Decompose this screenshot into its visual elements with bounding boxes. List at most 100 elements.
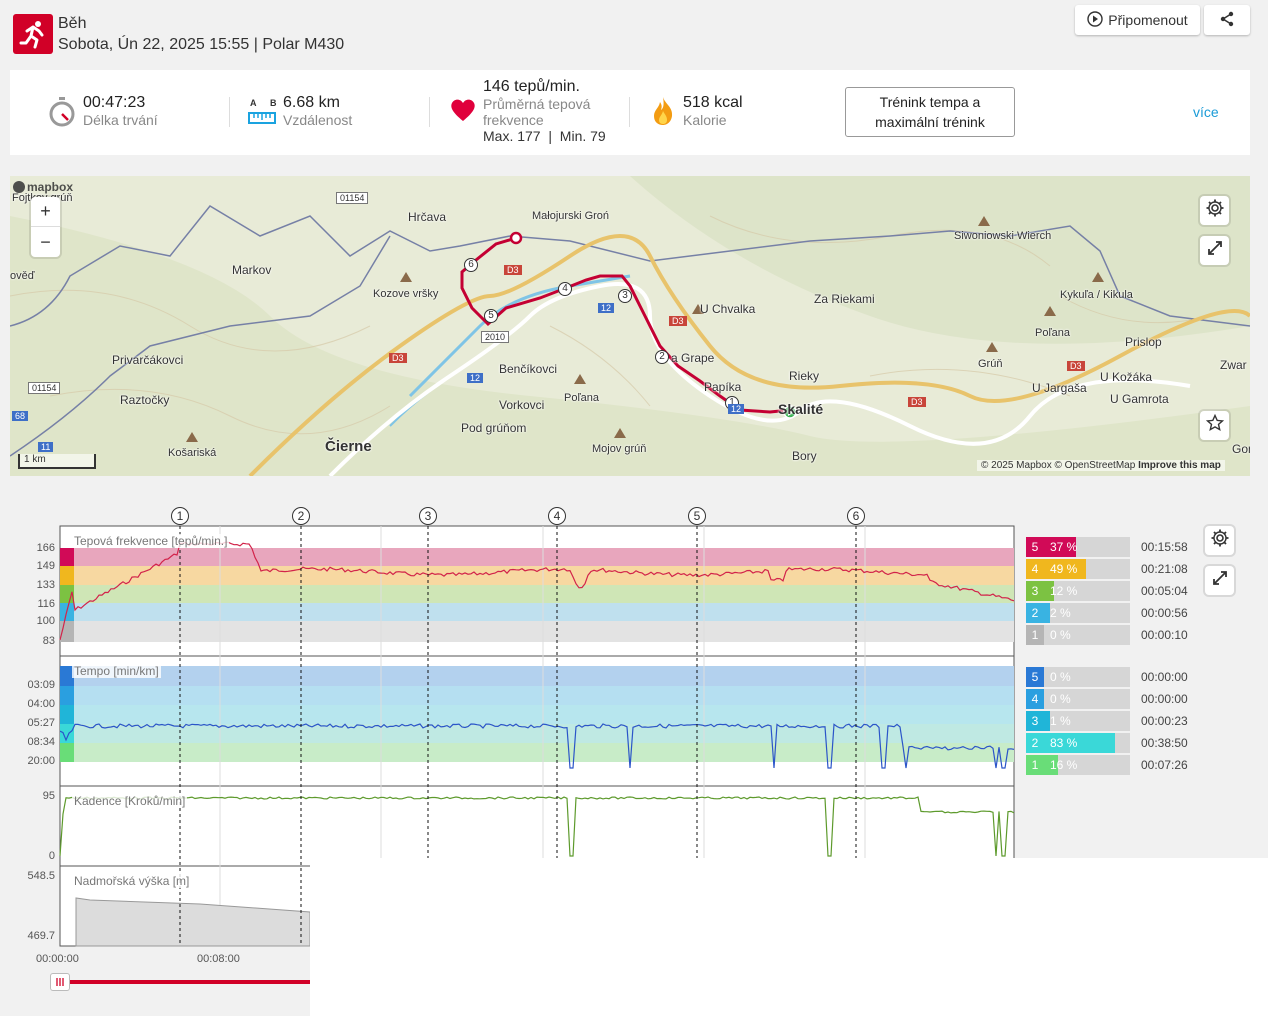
route-map[interactable]: 1 2 3 4 5 6 01154 D3 D3 12 2010 12 D3 D3… xyxy=(10,176,1250,476)
pace-zone-band xyxy=(60,743,1014,762)
samples-chart: 123456 Tepová frekvence [tepů/min.] Temp… xyxy=(0,500,1268,1016)
lap-marker[interactable]: 5 xyxy=(688,507,706,525)
place-label: Grúň xyxy=(978,358,1003,370)
pace-zone-percent: 0 % xyxy=(1050,670,1071,684)
hr-zone-percent: 0 % xyxy=(1050,628,1071,642)
calories-label: Kalorie xyxy=(683,112,727,128)
pace-tick: 05:27 xyxy=(27,717,55,729)
pace-zone-row: 4 0 % 00:00:00 xyxy=(1026,689,1226,709)
device-name: Polar M430 xyxy=(262,36,345,53)
attribution-text[interactable]: © 2025 Mapbox © OpenStreetMap xyxy=(981,460,1135,471)
hr-zone-percent: 37 % xyxy=(1050,540,1078,554)
map-settings-button[interactable] xyxy=(1200,196,1229,225)
hr-zone-marker xyxy=(60,566,74,585)
pace-zone-row: 3 1 % 00:00:23 xyxy=(1026,711,1226,731)
map-lap-marker[interactable]: 3 xyxy=(618,289,632,303)
hr-tick: 83 xyxy=(42,635,55,647)
pace-zone-number: 5 xyxy=(1026,667,1044,687)
hr-zone-percent: 12 % xyxy=(1050,584,1078,598)
road-shield: D3 xyxy=(1067,361,1085,371)
share-button[interactable] xyxy=(1204,5,1250,35)
pace-zone-time: 00:38:50 xyxy=(1141,736,1188,750)
mapbox-logo[interactable]: mapbox xyxy=(13,180,73,194)
heart-rate-label-1: Průměrná tepová xyxy=(483,96,591,112)
pace-zone-percent: 0 % xyxy=(1050,692,1071,706)
map-lap-marker[interactable]: 5 xyxy=(484,309,498,323)
pace-zone-marker xyxy=(60,686,74,705)
pace-tick: 20:00 xyxy=(27,755,55,767)
remind-button[interactable]: Připomenout xyxy=(1075,5,1200,35)
hr-zone-time: 00:15:58 xyxy=(1141,540,1188,554)
hr-tick: 100 xyxy=(36,615,55,627)
calories-value: 518 kcal xyxy=(683,94,743,111)
pace-zone-number: 4 xyxy=(1026,689,1044,709)
map-lap-marker[interactable]: 4 xyxy=(558,282,572,296)
time-tick: 00:08:00 xyxy=(197,953,240,965)
lap-marker[interactable]: 4 xyxy=(548,507,566,525)
place-label: U Chvalka xyxy=(700,302,756,316)
hr-zone-number: 2 xyxy=(1026,603,1044,623)
mapbox-icon xyxy=(13,181,25,193)
pace-zone-bar: 1 % xyxy=(1044,711,1130,731)
map-lap-marker[interactable]: 2 xyxy=(655,350,669,364)
pace-zone-marker xyxy=(60,724,74,743)
map-fullscreen-button[interactable] xyxy=(1200,236,1229,265)
pace-zone-bar: 83 % xyxy=(1044,733,1130,753)
subtitle-separator: | xyxy=(253,36,258,53)
mapbox-logo-text: mapbox xyxy=(27,180,74,194)
pace-tick: 08:34 xyxy=(27,736,55,748)
cadence-tick: 95 xyxy=(42,790,55,802)
training-benefit-button[interactable]: Trénink tempa a maximální trénink xyxy=(845,87,1015,137)
gear-icon xyxy=(1210,528,1230,553)
place-label: Za Riekami xyxy=(814,292,875,306)
zoom-in-button[interactable]: + xyxy=(31,197,60,227)
pace-zone-time: 00:00:00 xyxy=(1141,670,1188,684)
hr-zone-bar: 2 % xyxy=(1044,603,1130,623)
pace-zone-band xyxy=(60,666,1014,686)
lap-marker[interactable]: 2 xyxy=(292,507,310,525)
chart-settings-button[interactable] xyxy=(1205,526,1234,555)
place-label: Čierne xyxy=(325,438,372,455)
place-label: Poľana xyxy=(564,392,600,404)
hr-zone-band xyxy=(60,566,1014,585)
lap-marker[interactable]: 1 xyxy=(171,507,189,525)
hr-zone-bar: 0 % xyxy=(1044,625,1130,645)
map-lap-marker[interactable]: 6 xyxy=(464,258,478,272)
place-label: Kykuľa / Kikula xyxy=(1060,289,1133,301)
road-shield: 01154 xyxy=(28,382,61,394)
expand-icon xyxy=(1212,570,1228,591)
hr-zone-bar: 49 % xyxy=(1044,559,1130,579)
heart-rate-value: 146 tepů/min. xyxy=(483,78,580,95)
road-shield: D3 xyxy=(504,265,522,275)
map-favorite-button[interactable] xyxy=(1200,411,1229,440)
hr-zone-time: 00:05:04 xyxy=(1141,584,1188,598)
chart-expand-button[interactable] xyxy=(1205,566,1234,595)
time-range-track[interactable] xyxy=(60,980,310,984)
place-label: Papíka xyxy=(704,380,742,394)
zoom-out-button[interactable]: − xyxy=(31,227,60,257)
session-subtitle: Sobota, Ún 22, 2025 15:55 | Polar M430 xyxy=(58,36,344,54)
lap-marker[interactable]: 6 xyxy=(847,507,865,525)
improve-map-link[interactable]: Improve this map xyxy=(1138,460,1221,471)
session-date: Sobota, Ún 22, 2025 15:55 xyxy=(58,36,250,53)
pace-zone-number: 2 xyxy=(1026,733,1044,753)
pace-zone-percent: 1 % xyxy=(1050,714,1071,728)
road-shield: 12 xyxy=(467,373,484,383)
place-label: Małojurski Groń xyxy=(532,210,610,222)
distance-label: Vzdálenost xyxy=(283,112,353,128)
hr-tick: 133 xyxy=(36,579,55,591)
lap-marker[interactable]: 3 xyxy=(419,507,437,525)
time-range-handle[interactable] xyxy=(50,973,70,991)
place-label: U Gamrota xyxy=(1110,392,1169,406)
minmax-separator: | xyxy=(548,128,553,144)
remind-label: Připomenout xyxy=(1108,12,1188,28)
hr-tick: 166 xyxy=(36,542,55,554)
more-link[interactable]: více xyxy=(1193,104,1219,120)
place-label: Gomu xyxy=(1232,442,1250,456)
place-label: Benčíkovci xyxy=(499,362,558,376)
hr-zone-percent: 49 % xyxy=(1050,562,1078,576)
heart-rate-min: Min. 79 xyxy=(559,128,606,144)
place-label: Pod grúňom xyxy=(461,421,527,435)
pace-zone-marker xyxy=(60,743,74,762)
distance-value: 6.68 km xyxy=(283,94,340,111)
